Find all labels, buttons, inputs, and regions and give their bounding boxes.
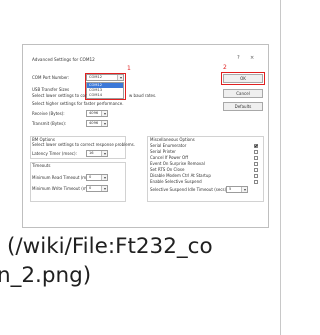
latency-label: Latency Timer (msec): xyxy=(32,151,77,156)
misc-option-label: Disable Modem Ctrl At Startup xyxy=(150,173,211,178)
selective-suspend-dropdown[interactable]: 5 xyxy=(226,186,248,193)
set-rts-on-close-checkbox[interactable] xyxy=(254,167,258,172)
latency-value: 16 xyxy=(89,151,94,155)
close-icon[interactable]: × xyxy=(250,55,254,61)
misc-option-label: Serial Printer xyxy=(150,149,176,154)
transmit-value: 4096 xyxy=(89,121,99,125)
screenshot-thumbnail-link[interactable]: Advanced Settings for COM12 ? × COM Port… xyxy=(22,44,269,228)
caption-line-2: n_2.png) xyxy=(0,263,92,288)
misc-option-label: Event On Surprise Removal xyxy=(150,161,205,166)
advanced-settings-dialog: Advanced Settings for COM12 ? × COM Port… xyxy=(23,45,268,227)
chevron-down-icon xyxy=(101,111,107,116)
receive-value: 4096 xyxy=(89,111,99,115)
min-write-value: 0 xyxy=(89,186,92,190)
min-read-dropdown[interactable]: 0 xyxy=(86,174,108,181)
cancel-if-power-off-checkbox[interactable] xyxy=(254,155,258,160)
defaults-button[interactable]: Defaults xyxy=(223,102,263,111)
transmit-dropdown[interactable]: 4096 xyxy=(86,120,108,127)
caption-line-1: (/wiki/File:Ft232_co xyxy=(7,234,213,259)
annotation-number-2: 2 xyxy=(223,64,227,71)
transmit-label: Transmit (Bytes): xyxy=(32,121,67,126)
chevron-down-icon xyxy=(101,175,107,180)
serial-printer-checkbox[interactable] xyxy=(254,149,258,154)
selective-suspend-value: 5 xyxy=(229,187,232,191)
usb-transfer-desc-2: Select higher settings for faster perfor… xyxy=(32,101,124,106)
misc-option-label: Serial Enumerator xyxy=(150,143,187,148)
cancel-button[interactable]: Cancel xyxy=(223,89,263,98)
receive-label: Receive (Bytes): xyxy=(32,111,65,116)
chevron-down-icon xyxy=(241,187,247,192)
bm-options-desc: Select lower settings to correct respons… xyxy=(32,142,135,147)
usb-transfer-label: USB Transfer Sizes xyxy=(32,87,70,92)
misc-option-label: Set RTS On Close xyxy=(150,167,185,172)
chevron-down-icon xyxy=(101,121,107,126)
enable-selective-suspend-checkbox[interactable] xyxy=(254,179,258,184)
usb-transfer-desc: Select lower settings to cor xyxy=(32,93,87,98)
chevron-down-icon xyxy=(101,186,107,191)
min-read-value: 0 xyxy=(89,175,92,179)
misc-options-title: Miscellaneous Options xyxy=(150,137,195,142)
event-on-surprise-removal-checkbox[interactable] xyxy=(254,161,258,166)
misc-option-label: Cancel If Power Off xyxy=(150,155,188,160)
annotation-box-1 xyxy=(85,73,126,100)
usb-transfer-desc-end: w baud rates. xyxy=(129,93,157,98)
serial-enumerator-checkbox[interactable] xyxy=(254,143,258,148)
help-button[interactable]: ? xyxy=(237,55,240,61)
disable-modem-ctrl-checkbox[interactable] xyxy=(254,173,258,178)
com-port-label: COM Port Number: xyxy=(32,75,70,80)
timeouts-title: Timeouts xyxy=(32,163,51,168)
selective-suspend-label: Selective Suspend Idle Timeout (secs): xyxy=(150,187,228,192)
latency-dropdown[interactable]: 16 xyxy=(86,150,108,157)
chevron-down-icon xyxy=(101,151,107,156)
annotation-box-2 xyxy=(221,72,265,85)
annotation-number-1: 1 xyxy=(127,65,131,72)
dialog-title: Advanced Settings for COM12 xyxy=(32,57,95,62)
receive-dropdown[interactable]: 4096 xyxy=(86,110,108,117)
misc-option-label: Enable Selective Suspend xyxy=(150,179,202,184)
min-write-dropdown[interactable]: 0 xyxy=(86,185,108,192)
timeouts-group xyxy=(30,162,126,202)
